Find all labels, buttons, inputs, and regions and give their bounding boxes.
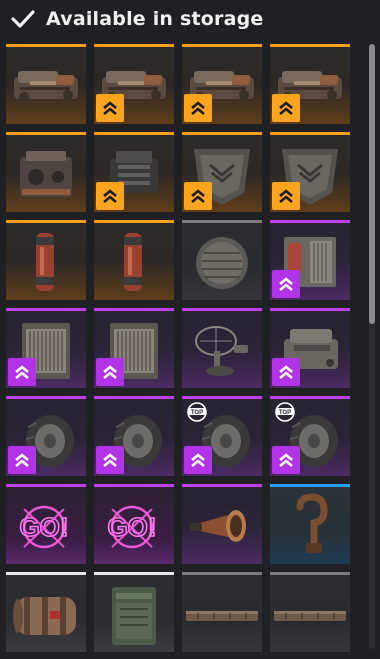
rank-badge: [184, 182, 212, 210]
item-engine-long-3[interactable]: [182, 44, 262, 124]
rank-chevron-icon: [103, 453, 117, 467]
item-radiator-1[interactable]: [6, 308, 86, 388]
item-neon-sticker-1[interactable]: GO!: [6, 484, 86, 564]
rank-chevron-icon: [279, 277, 293, 291]
rank-chevron-icon: [191, 453, 205, 467]
storage-header: Available in storage: [0, 0, 380, 38]
scrollbar[interactable]: [369, 44, 375, 649]
check-icon: [11, 10, 35, 28]
item-radiator-2[interactable]: [94, 308, 174, 388]
item-engine-v8[interactable]: [270, 308, 350, 388]
item-wheel-top-2[interactable]: TOP: [270, 396, 350, 476]
canister-image: [36, 233, 54, 291]
item-radiator-generator[interactable]: [270, 220, 350, 300]
top-badge-icon: TOP: [187, 402, 207, 422]
svg-text:TOP: TOP: [279, 410, 291, 416]
top-badge-icon: TOP: [275, 402, 295, 422]
rank-badge: [272, 94, 300, 122]
rank-badge: [96, 94, 124, 122]
rank-badge: [184, 446, 212, 474]
rank-badge: [8, 358, 36, 386]
hatch-image: [196, 237, 248, 289]
storage-title: Available in storage: [46, 8, 264, 30]
item-wheel-2[interactable]: [94, 396, 174, 476]
storage-grid: TOP TOP GO! GO!: [6, 44, 356, 652]
neon-image: GO!: [19, 505, 69, 549]
canister-image: [124, 233, 142, 291]
engine-long-image: [14, 71, 78, 102]
rank-chevron-icon: [103, 365, 117, 379]
item-drum-cylinder[interactable]: [6, 572, 86, 652]
rank-chevron-icon: [191, 101, 205, 115]
rank-chevron-icon: [279, 365, 293, 379]
rank-chevron-icon: [279, 453, 293, 467]
hook-image: [296, 493, 328, 553]
beam-image: [186, 611, 258, 621]
rank-chevron-icon: [279, 101, 293, 115]
item-beam-1[interactable]: [182, 572, 262, 652]
item-engine-block-1[interactable]: [6, 132, 86, 212]
rank-badge: [184, 94, 212, 122]
rank-chevron-icon: [15, 365, 29, 379]
item-ammo-box[interactable]: [94, 572, 174, 652]
svg-text:TOP: TOP: [191, 410, 203, 416]
rank-badge: [272, 270, 300, 298]
rank-badge: [8, 446, 36, 474]
item-fuel-canister-1[interactable]: [6, 220, 86, 300]
item-beam-2[interactable]: [270, 572, 350, 652]
item-neon-sticker-2[interactable]: GO!: [94, 484, 174, 564]
item-engine-long-2[interactable]: [94, 44, 174, 124]
rank-badge: [96, 358, 124, 386]
rank-badge: [96, 446, 124, 474]
rank-badge: [96, 182, 124, 210]
drum-image: [13, 597, 76, 635]
rank-chevron-icon: [103, 101, 117, 115]
item-engine-long-1[interactable]: [6, 44, 86, 124]
rank-chevron-icon: [191, 189, 205, 203]
neon-image: GO!: [107, 505, 157, 549]
item-armor-plate-2[interactable]: [270, 132, 350, 212]
beam-image: [274, 611, 346, 621]
item-armor-plate-1[interactable]: [182, 132, 262, 212]
rank-chevron-icon: [103, 189, 117, 203]
item-hook[interactable]: [270, 484, 350, 564]
item-engine-long-4[interactable]: [270, 44, 350, 124]
box-image: [112, 587, 156, 645]
rank-badge: [272, 358, 300, 386]
item-radar-turret[interactable]: [182, 308, 262, 388]
item-hatch-cover[interactable]: [182, 220, 262, 300]
rank-badge: [272, 182, 300, 210]
horn-image: [190, 510, 246, 542]
item-engine-block-2[interactable]: [94, 132, 174, 212]
item-fuel-canister-2[interactable]: [94, 220, 174, 300]
item-horn[interactable]: [182, 484, 262, 564]
rank-badge: [272, 446, 300, 474]
rank-chevron-icon: [279, 189, 293, 203]
engine-block-image: [20, 151, 72, 197]
rank-chevron-icon: [15, 453, 29, 467]
item-wheel-1[interactable]: [6, 396, 86, 476]
scrollbar-thumb[interactable]: [369, 44, 375, 324]
item-wheel-top-1[interactable]: TOP: [182, 396, 262, 476]
radar-image: [195, 326, 248, 376]
